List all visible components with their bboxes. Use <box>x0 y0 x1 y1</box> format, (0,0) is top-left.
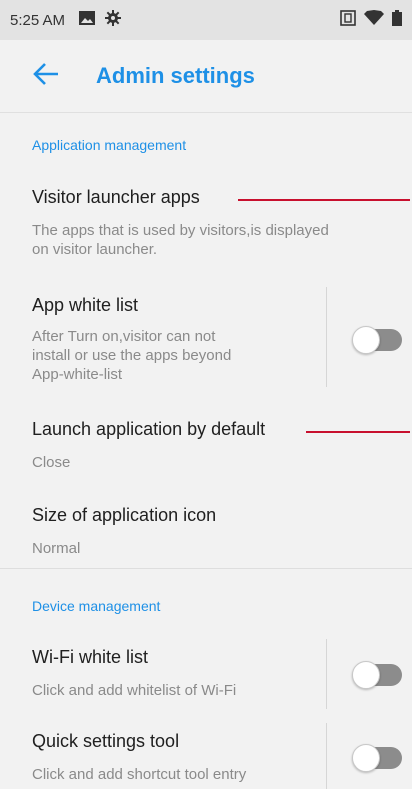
setting-description-line1: After Turn on,visitor can not <box>32 328 216 345</box>
toggle-knob <box>352 661 380 689</box>
status-time: 5:25 AM <box>10 11 66 29</box>
setting-title: App white list <box>32 295 139 315</box>
app-white-list-toggle[interactable] <box>352 326 402 354</box>
setting-description-line2: on visitor launcher. <box>32 241 158 258</box>
setting-description-line3: App-white-list <box>32 366 123 383</box>
section-divider <box>0 568 412 569</box>
battery-icon <box>392 10 402 30</box>
nfc-icon <box>340 10 356 30</box>
setting-title: Size of application icon <box>32 505 217 525</box>
setting-wifi-white-list[interactable]: Wi-Fi white list Click and add whitelist… <box>0 639 412 711</box>
annotation-line <box>238 199 410 201</box>
quick-settings-tool-toggle[interactable] <box>352 744 402 772</box>
page-title: Admin settings <box>96 63 255 88</box>
setting-description-line1: The apps that is used by visitors,is dis… <box>32 222 329 239</box>
setting-launch-application-default[interactable]: Launch application by default Close <box>0 409 412 475</box>
wifi-icon <box>364 10 384 30</box>
setting-title: Launch application by default <box>32 419 266 439</box>
arrow-left-icon <box>33 62 59 90</box>
divider <box>326 287 327 387</box>
setting-size-of-application-icon[interactable]: Size of application icon Normal <box>0 497 412 563</box>
wifi-white-list-toggle[interactable] <box>352 661 402 689</box>
setting-quick-settings-tool[interactable]: Quick settings tool Click and add shortc… <box>0 723 412 789</box>
divider <box>326 723 327 789</box>
annotation-line <box>306 431 410 433</box>
divider <box>326 639 327 709</box>
setting-description-line2: install or use the apps beyond <box>32 347 232 364</box>
setting-title: Quick settings tool <box>32 731 180 751</box>
back-button[interactable] <box>18 48 74 104</box>
section-header-device: Device management <box>32 598 161 614</box>
app-bar: Admin settings <box>0 40 412 112</box>
setting-title: Visitor launcher apps <box>32 187 200 207</box>
setting-app-white-list[interactable]: App white list After Turn on,visitor can… <box>0 287 412 391</box>
gear-icon <box>105 10 122 30</box>
setting-description: Click and add shortcut tool entry <box>32 766 247 783</box>
setting-value: Normal <box>32 540 81 557</box>
section-header-application: Application management <box>32 137 187 153</box>
image-icon <box>79 11 96 29</box>
status-bar: 5:25 AM <box>0 0 412 40</box>
setting-visitor-launcher-apps[interactable]: Visitor launcher apps The apps that is u… <box>0 179 412 273</box>
toggle-knob <box>352 326 380 354</box>
setting-title: Wi-Fi white list <box>32 647 148 667</box>
settings-list: Application management Visitor launcher … <box>0 112 412 789</box>
toggle-knob <box>352 744 380 772</box>
setting-value: Close <box>32 454 71 471</box>
setting-description: Click and add whitelist of Wi-Fi <box>32 682 237 699</box>
